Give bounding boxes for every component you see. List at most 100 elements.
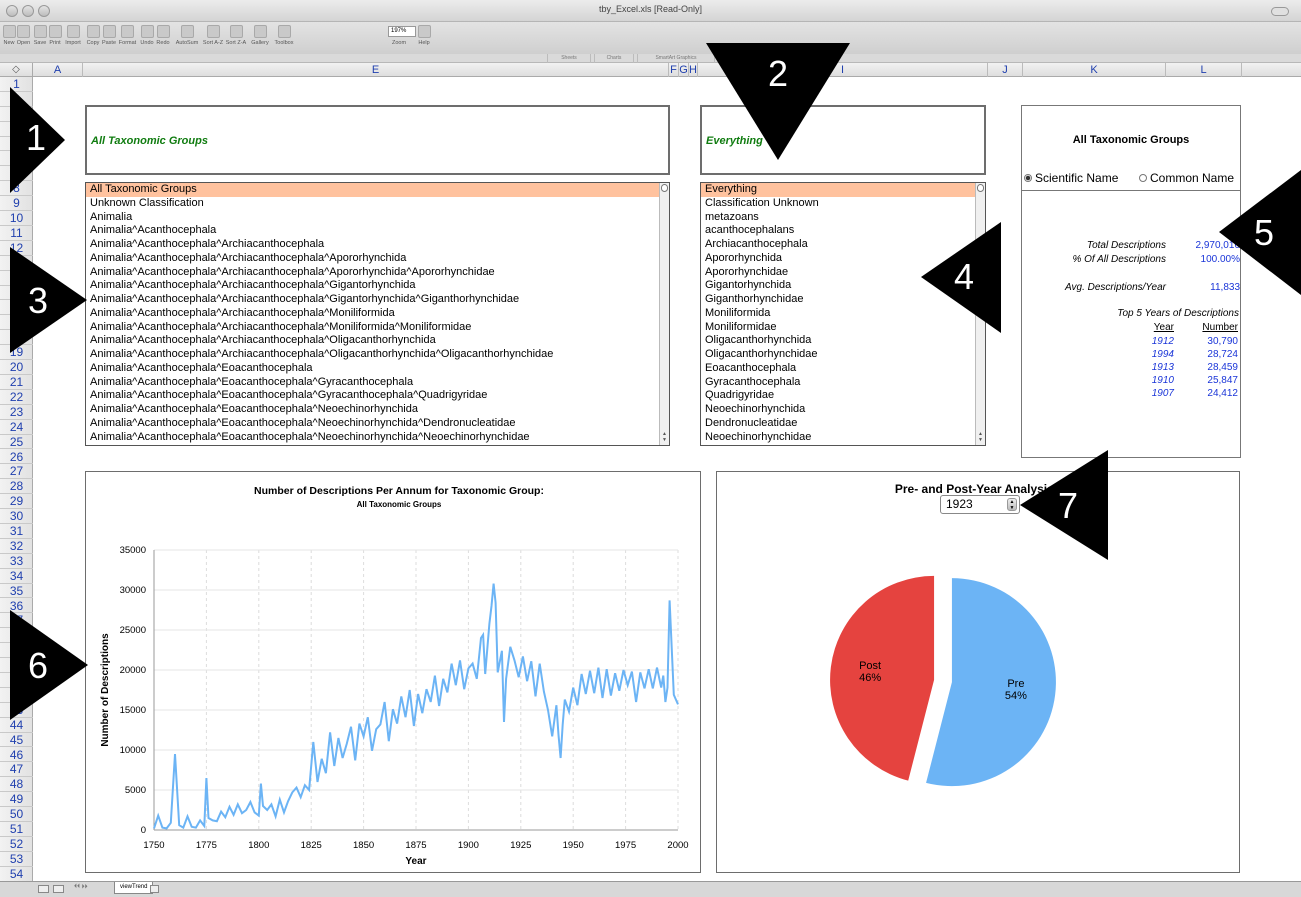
scrollbar-thumb[interactable] bbox=[661, 184, 668, 192]
row-header[interactable]: 26 bbox=[0, 450, 33, 465]
scientific-list-scrollbar[interactable]: ▲ ▼ bbox=[659, 183, 669, 445]
redo-button[interactable]: Redo bbox=[156, 22, 170, 52]
tab-charts[interactable]: Charts bbox=[594, 54, 634, 63]
row-header[interactable]: 25 bbox=[0, 435, 33, 450]
scientific-list-item[interactable]: Animalia^Acanthocephala^Eoacanthocephala… bbox=[86, 431, 669, 445]
copy-button[interactable]: Copy bbox=[86, 22, 100, 52]
row-header[interactable]: 30 bbox=[0, 509, 33, 524]
tab-smartart[interactable]: SmartArt Graphics bbox=[637, 54, 715, 63]
sort-ascending-button[interactable]: Sort A-Z bbox=[202, 22, 224, 52]
toolbar-toggle-button[interactable] bbox=[1271, 7, 1289, 16]
scientific-list-item[interactable]: Animalia^Acanthocephala^Eoacanthocephala bbox=[86, 362, 669, 376]
common-list-item[interactable]: Eoacanthocephala bbox=[701, 362, 985, 376]
row-header[interactable]: 51 bbox=[0, 822, 33, 837]
row-header[interactable]: 23 bbox=[0, 405, 33, 420]
scientific-list-item[interactable]: Animalia^Acanthocephala^Archiacanthoceph… bbox=[86, 279, 669, 293]
sheet-nav-arrows-icon[interactable]: ⏴⏴ ⏵⏵ bbox=[74, 884, 88, 891]
row-header[interactable]: 11 bbox=[0, 226, 33, 241]
column-header-k[interactable]: K bbox=[1023, 63, 1166, 77]
import-button[interactable]: Import bbox=[63, 22, 83, 52]
row-header[interactable]: 28 bbox=[0, 479, 33, 495]
scientific-name-list[interactable]: All Taxonomic Groups Unknown Classificati… bbox=[85, 182, 670, 446]
gallery-button[interactable]: Gallery bbox=[250, 22, 270, 52]
column-header-j[interactable]: J bbox=[988, 63, 1023, 77]
scientific-list-item[interactable]: Animalia^Acanthocephala^Archiacanthoceph… bbox=[86, 266, 669, 280]
page-layout-view-button[interactable] bbox=[53, 885, 64, 893]
common-list-item[interactable]: Quadrigyridae bbox=[701, 389, 985, 403]
column-header-l[interactable]: L bbox=[1166, 63, 1242, 77]
row-header[interactable]: 21 bbox=[0, 375, 33, 390]
row-header[interactable]: 48 bbox=[0, 777, 33, 793]
sheet-tab-viewtrend[interactable]: viewTrend bbox=[114, 882, 154, 894]
row-header[interactable]: 46 bbox=[0, 748, 33, 763]
print-button[interactable]: Print bbox=[48, 22, 62, 52]
scientific-list-item[interactable]: Animalia^Acanthocephala^Archiacanthoceph… bbox=[86, 293, 669, 307]
zoom-select[interactable]: 197% bbox=[388, 26, 416, 37]
common-list-item[interactable]: Oligacanthorhynchida bbox=[701, 334, 985, 348]
scientific-list-item[interactable]: Animalia^Acanthocephala^Eoacanthocephala… bbox=[86, 389, 669, 403]
row-header[interactable]: 31 bbox=[0, 524, 33, 539]
scientific-name-radio[interactable]: Scientific Name bbox=[1024, 171, 1118, 185]
year-select[interactable]: 1923 ▲ ▼ bbox=[940, 495, 1020, 514]
scientific-list-item[interactable]: Animalia^Acanthocephala bbox=[86, 224, 669, 238]
row-header[interactable]: 53 bbox=[0, 852, 33, 867]
row-header[interactable]: 45 bbox=[0, 733, 33, 748]
row-header[interactable]: 52 bbox=[0, 837, 33, 852]
undo-button[interactable]: Undo bbox=[140, 22, 154, 52]
scientific-list-item[interactable]: Animalia^Acanthocephala^Archiacanthoceph… bbox=[86, 307, 669, 321]
paste-button[interactable]: Paste bbox=[101, 22, 117, 52]
row-header[interactable]: 32 bbox=[0, 539, 33, 554]
row-header[interactable]: 50 bbox=[0, 807, 33, 822]
scientific-list-item[interactable]: Unknown Classification bbox=[86, 197, 669, 211]
normal-view-button[interactable] bbox=[38, 885, 49, 893]
scientific-list-item[interactable]: Animalia^Acanthocephala^Archiacanthoceph… bbox=[86, 348, 669, 362]
format-button[interactable]: Format bbox=[118, 22, 137, 52]
scientific-list-item[interactable]: Animalia^Acanthocephala^Eoacanthocephala… bbox=[86, 403, 669, 417]
scientific-list-item[interactable]: Animalia^Acanthocephala^Archiacanthoceph… bbox=[86, 252, 669, 266]
row-header[interactable]: 22 bbox=[0, 390, 33, 405]
row-header[interactable]: 33 bbox=[0, 554, 33, 569]
tab-sheets[interactable]: Sheets bbox=[547, 54, 591, 63]
row-header[interactable]: 9 bbox=[0, 196, 33, 212]
scientific-list-item[interactable]: Animalia^Acanthocephala^Archiacanthoceph… bbox=[86, 321, 669, 335]
row-header[interactable]: 47 bbox=[0, 762, 33, 778]
row-header[interactable]: 24 bbox=[0, 420, 33, 435]
row-header[interactable]: 34 bbox=[0, 569, 33, 584]
scientific-list-item[interactable]: Animalia^Acanthocephala^Eoacanthocephala… bbox=[86, 376, 669, 390]
scientific-list-item[interactable]: Animalia^Acanthocephala^Archiacanthoceph… bbox=[86, 238, 669, 252]
scientific-list-item[interactable]: Animalia bbox=[86, 211, 669, 225]
scientific-list-item[interactable]: Animalia^Acanthocephala^Archiacanthoceph… bbox=[86, 334, 669, 348]
column-header-h[interactable]: H bbox=[689, 63, 698, 77]
new-button[interactable]: New bbox=[2, 22, 16, 52]
spinner-arrows-icon[interactable]: ▲ ▼ bbox=[1007, 498, 1017, 511]
scientific-list-item[interactable]: All Taxonomic Groups bbox=[86, 183, 669, 197]
sort-descending-button[interactable]: Sort Z-A bbox=[225, 22, 247, 52]
row-header[interactable]: 49 bbox=[0, 792, 33, 808]
save-button[interactable]: Save bbox=[33, 22, 47, 52]
autosum-button[interactable]: AutoSum bbox=[174, 22, 200, 52]
common-list-item[interactable]: Everything bbox=[701, 183, 985, 197]
toolbox-button[interactable]: Toolbox bbox=[272, 22, 296, 52]
help-button[interactable]: Help bbox=[416, 22, 432, 52]
column-header-g[interactable]: G bbox=[679, 63, 689, 77]
row-header[interactable]: 20 bbox=[0, 360, 33, 375]
row-header[interactable]: 29 bbox=[0, 494, 33, 510]
common-list-item[interactable]: Neoechinorhynchida bbox=[701, 403, 985, 417]
common-list-item[interactable]: Oligacanthorhynchidae bbox=[701, 348, 985, 362]
scroll-down-arrow-icon[interactable]: ▼ bbox=[661, 438, 668, 443]
scientific-list-item[interactable]: Animalia^Acanthocephala^Eoacanthocephala… bbox=[86, 417, 669, 431]
common-list-item[interactable]: Classification Unknown bbox=[701, 197, 985, 211]
add-sheet-button[interactable] bbox=[150, 885, 159, 893]
column-header-e[interactable]: E bbox=[83, 63, 669, 77]
open-button[interactable]: Open bbox=[16, 22, 31, 52]
column-header-a[interactable]: A bbox=[33, 63, 83, 77]
common-list-item[interactable]: Neoechinorhynchidae bbox=[701, 431, 985, 445]
column-header-f[interactable]: F bbox=[669, 63, 679, 77]
row-header[interactable]: 54 bbox=[0, 867, 33, 882]
scroll-down-arrow-icon[interactable]: ▼ bbox=[977, 438, 984, 443]
select-all-corner[interactable]: ◇ bbox=[0, 63, 33, 77]
common-list-item[interactable]: Gyracanthocephala bbox=[701, 376, 985, 390]
common-list-item[interactable]: Dendronucleatidae bbox=[701, 417, 985, 431]
row-header[interactable]: 35 bbox=[0, 584, 33, 599]
row-header[interactable]: 27 bbox=[0, 464, 33, 480]
